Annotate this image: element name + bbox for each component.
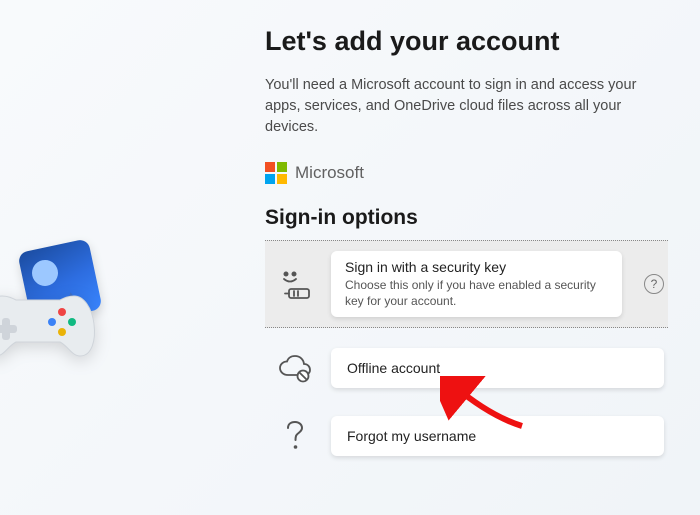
option-forgot-username[interactable]: Forgot my username	[265, 408, 668, 464]
option-offline-account[interactable]: Offline account	[265, 340, 668, 396]
security-key-icon	[275, 266, 315, 302]
option-card: Offline account	[331, 348, 664, 388]
help-icon[interactable]: ?	[644, 274, 664, 294]
cloud-offline-icon	[275, 350, 315, 386]
question-icon	[275, 418, 315, 454]
brand-row: Microsoft	[265, 162, 668, 184]
option-card: Sign in with a security key Choose this …	[331, 251, 622, 317]
microsoft-logo-icon	[265, 162, 287, 184]
page-subtitle: You'll need a Microsoft account to sign …	[265, 75, 645, 138]
main-panel: Let's add your account You'll need a Mic…	[265, 26, 668, 476]
option-title: Forgot my username	[347, 428, 648, 444]
brand-text: Microsoft	[295, 163, 364, 183]
option-card: Forgot my username	[331, 416, 664, 456]
option-desc: Choose this only if you have enabled a s…	[345, 277, 605, 309]
page-title: Let's add your account	[265, 26, 668, 57]
gamepad-icon	[0, 278, 98, 373]
section-heading: Sign-in options	[265, 206, 668, 230]
option-title: Offline account	[347, 360, 648, 376]
option-security-key[interactable]: Sign in with a security key Choose this …	[265, 240, 668, 328]
option-title: Sign in with a security key	[345, 259, 608, 275]
